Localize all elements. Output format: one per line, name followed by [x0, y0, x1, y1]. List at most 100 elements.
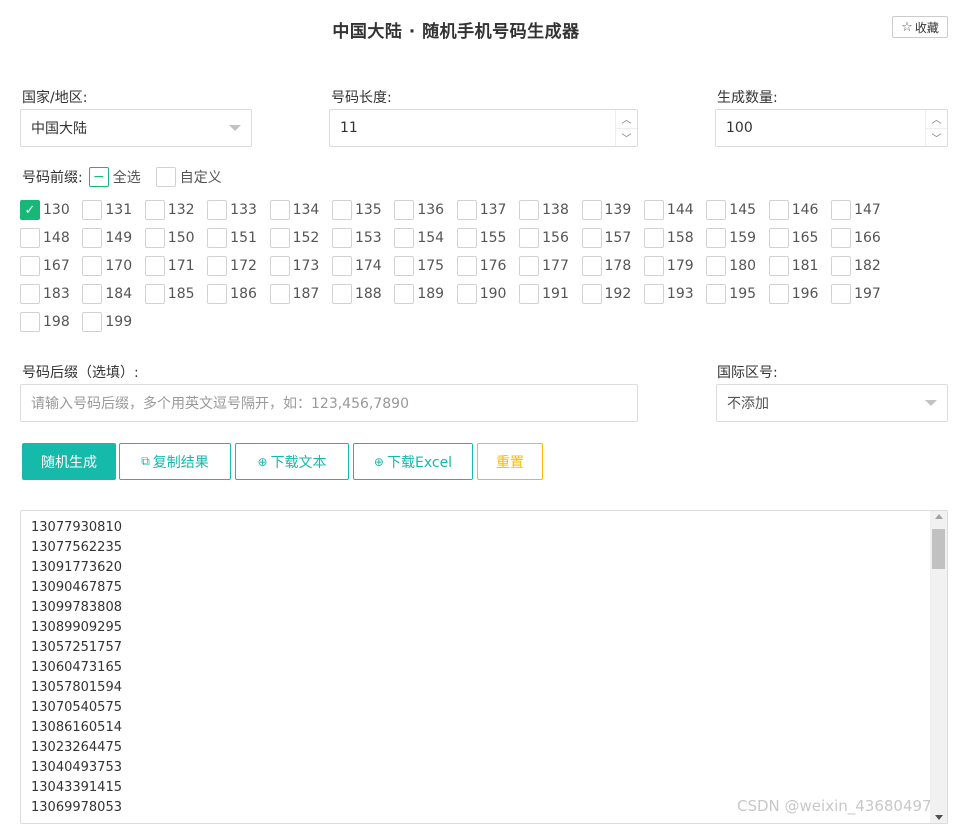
result-line: 13040493753	[31, 760, 122, 775]
prefix-checkbox-197[interactable]: 197	[831, 284, 893, 304]
prefix-checkbox-136[interactable]: 136	[394, 200, 456, 220]
stepper-up-icon[interactable]: ︿	[926, 110, 947, 128]
copy-button[interactable]: ⧉ 复制结果	[119, 443, 231, 480]
scroll-down-icon[interactable]	[935, 815, 943, 820]
checkbox-empty-icon	[394, 228, 415, 248]
prefix-checkbox-170[interactable]: 170	[82, 256, 144, 276]
prefix-checkbox-146[interactable]: 146	[768, 200, 831, 220]
download-text-button[interactable]: ⊕ 下载文本	[235, 443, 349, 480]
length-label: 号码长度:	[331, 90, 392, 106]
checkbox-empty-icon	[144, 228, 165, 248]
prefix-checkbox-176[interactable]: 176	[456, 256, 519, 276]
prefix-checkbox-186[interactable]: 186	[207, 284, 269, 304]
prefix-checkbox-131[interactable]: 131	[82, 200, 144, 220]
prefix-checkbox-190[interactable]: 190	[456, 284, 519, 304]
prefix-checkbox-165[interactable]: 165	[768, 228, 831, 248]
count-stepper[interactable]: ︿ ﹀	[925, 110, 947, 146]
prefix-checkbox-174[interactable]: 174	[331, 256, 394, 276]
prefix-checkbox-152[interactable]: 152	[269, 228, 332, 248]
prefix-checkbox-189[interactable]: 189	[394, 284, 456, 304]
prefix-checkbox-167[interactable]: 167	[20, 256, 82, 276]
country-code-select[interactable]: 不添加	[716, 384, 948, 422]
download-text-label: 下载文本	[270, 454, 327, 471]
prefix-number: 149	[105, 230, 133, 246]
prefix-checkbox-195[interactable]: 195	[706, 284, 768, 304]
scroll-up-icon[interactable]	[935, 514, 943, 519]
prefix-number: 132	[167, 202, 195, 218]
prefix-checkbox-187[interactable]: 187	[269, 284, 332, 304]
prefix-checkbox-148[interactable]: 148	[20, 228, 82, 248]
prefix-checkbox-150[interactable]: 150	[144, 228, 207, 248]
prefix-checkbox-139[interactable]: 139	[581, 200, 644, 220]
custom-checkbox[interactable]: 自定义	[155, 167, 222, 187]
length-stepper[interactable]: ︿ ﹀	[615, 110, 637, 146]
prefix-checkbox-156[interactable]: 156	[519, 228, 581, 248]
prefix-checkbox-175[interactable]: 175	[394, 256, 456, 276]
prefix-checkbox-157[interactable]: 157	[581, 228, 644, 248]
result-line: 13057801594	[31, 680, 122, 695]
select-all-checkbox[interactable]: − 全选	[88, 167, 141, 187]
prefix-checkbox-154[interactable]: 154	[394, 228, 456, 248]
scroll-thumb[interactable]	[932, 529, 945, 569]
prefix-checkbox-149[interactable]: 149	[82, 228, 144, 248]
prefix-number: 184	[105, 286, 133, 302]
prefix-checkbox-184[interactable]: 184	[82, 284, 144, 304]
prefix-checkbox-183[interactable]: 183	[20, 284, 82, 304]
stepper-up-icon[interactable]: ︿	[616, 110, 637, 128]
prefix-checkbox-177[interactable]: 177	[519, 256, 581, 276]
reset-button[interactable]: 重置	[477, 443, 543, 480]
region-value: 中国大陆	[31, 121, 87, 137]
prefix-checkbox-158[interactable]: 158	[643, 228, 706, 248]
scrollbar[interactable]	[930, 511, 947, 823]
prefix-checkbox-193[interactable]: 193	[643, 284, 706, 304]
prefix-checkbox-179[interactable]: 179	[643, 256, 706, 276]
favorite-button[interactable]: ☆ 收藏	[892, 16, 948, 38]
prefix-checkbox-145[interactable]: 145	[706, 200, 768, 220]
count-input[interactable]: 100 ︿ ﹀	[715, 109, 948, 147]
prefix-number: 182	[854, 258, 881, 274]
suffix-input[interactable]: 请输入号码后缀，多个用英文逗号隔开，如：123,456,7890	[20, 384, 638, 422]
region-select[interactable]: 中国大陆	[20, 109, 252, 147]
stepper-down-icon[interactable]: ﹀	[616, 127, 637, 147]
prefix-checkbox-155[interactable]: 155	[456, 228, 519, 248]
prefix-checkbox-181[interactable]: 181	[768, 256, 831, 276]
prefix-checkbox-198[interactable]: 198	[20, 312, 82, 332]
prefix-checkbox-172[interactable]: 172	[207, 256, 269, 276]
generate-button[interactable]: 随机生成	[22, 443, 116, 480]
prefix-checkbox-166[interactable]: 166	[831, 228, 893, 248]
prefix-checkbox-132[interactable]: 132	[144, 200, 207, 220]
prefix-checkbox-173[interactable]: 173	[269, 256, 332, 276]
prefix-checkbox-185[interactable]: 185	[144, 284, 207, 304]
prefix-checkbox-135[interactable]: 135	[331, 200, 394, 220]
prefix-checkbox-196[interactable]: 196	[768, 284, 831, 304]
checkbox-empty-icon	[706, 284, 727, 304]
prefix-checkbox-191[interactable]: 191	[519, 284, 581, 304]
prefix-checkbox-192[interactable]: 192	[581, 284, 644, 304]
prefix-checkbox-144[interactable]: 144	[643, 200, 706, 220]
length-input[interactable]: 11 ︿ ﹀	[329, 109, 638, 147]
prefix-checkbox-137[interactable]: 137	[456, 200, 519, 220]
country-code-value: 不添加	[727, 396, 769, 412]
result-textarea[interactable]: 13077930810 13077562235 13091773620 1309046…	[20, 510, 948, 824]
prefix-checkbox-188[interactable]: 188	[331, 284, 394, 304]
prefix-checkbox-138[interactable]: 138	[519, 200, 581, 220]
prefix-checkbox-151[interactable]: 151	[207, 228, 269, 248]
prefix-checkbox-178[interactable]: 178	[581, 256, 644, 276]
prefix-checkbox-134[interactable]: 134	[269, 200, 332, 220]
suffix-label: 号码后缀（选填）:	[22, 365, 139, 381]
prefix-checkbox-153[interactable]: 153	[331, 228, 394, 248]
stepper-down-icon[interactable]: ﹀	[926, 127, 947, 147]
star-outline-icon: ☆	[901, 19, 913, 35]
checkbox-empty-icon	[831, 200, 852, 220]
prefix-checkbox-159[interactable]: 159	[706, 228, 768, 248]
download-excel-button[interactable]: ⊕ 下载Excel	[353, 443, 473, 480]
prefix-checkbox-199[interactable]: 199	[82, 312, 144, 332]
prefix-checkbox-130[interactable]: ✓ 130	[20, 200, 82, 220]
prefix-checkbox-133[interactable]: 133	[207, 200, 269, 220]
prefix-checkbox-182[interactable]: 182	[831, 256, 893, 276]
prefix-checkbox-147[interactable]: 147	[831, 200, 893, 220]
prefix-checkbox-171[interactable]: 171	[144, 256, 207, 276]
prefix-checkbox-180[interactable]: 180	[706, 256, 768, 276]
prefix-number: 167	[43, 258, 70, 274]
checkbox-empty-icon	[706, 256, 727, 276]
